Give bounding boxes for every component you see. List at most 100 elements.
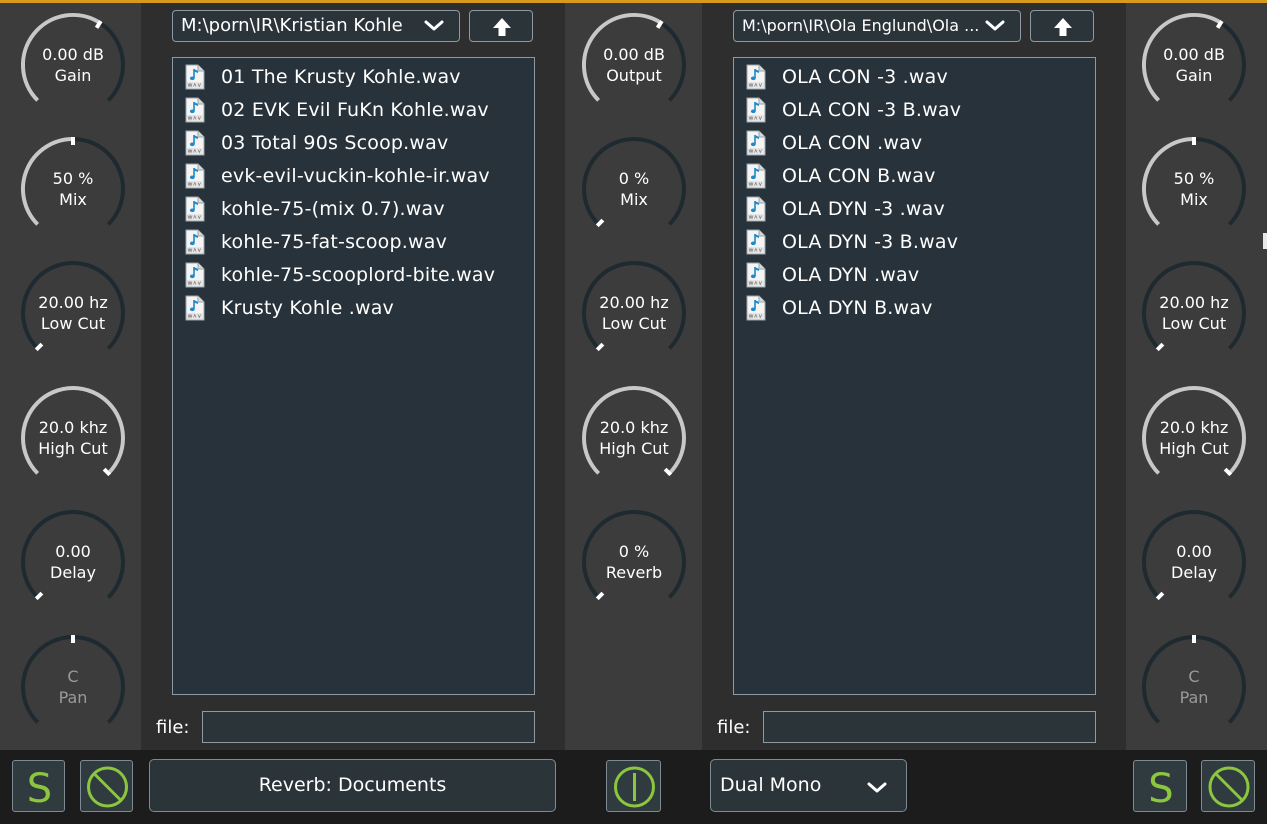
wav-file-glyph bbox=[746, 262, 766, 287]
list-item[interactable]: OLA CON B.wav bbox=[746, 159, 936, 192]
wav-file-icon bbox=[746, 130, 766, 156]
list-item[interactable]: 01 The Krusty Kohle.wav bbox=[185, 60, 461, 93]
list-item[interactable]: kohle-75-(mix 0.7).wav bbox=[185, 192, 445, 225]
list-item[interactable]: OLA CON -3 B.wav bbox=[746, 93, 961, 126]
list-item[interactable]: OLA CON -3 .wav bbox=[746, 60, 948, 93]
chevron-down-icon bbox=[867, 782, 887, 793]
solo-letter: S bbox=[27, 766, 52, 812]
knob-value: 0.00 bbox=[1176, 542, 1212, 561]
left-gain-knob[interactable]: 0.00 dB Gain bbox=[13, 5, 133, 125]
wav-file-icon bbox=[185, 130, 205, 156]
wav-file-glyph bbox=[746, 97, 766, 122]
list-item[interactable]: kohle-75-scooplord-bite.wav bbox=[185, 258, 495, 291]
list-item[interactable]: OLA DYN -3 B.wav bbox=[746, 225, 958, 258]
file-name: 02 EVK Evil FuKn Kohle.wav bbox=[221, 98, 489, 121]
power-button[interactable] bbox=[606, 760, 661, 812]
wav-file-icon bbox=[185, 295, 205, 321]
left-knob-strip: 0.00 dB Gain 50 % Mix 20.00 hz Low Cut 2… bbox=[0, 3, 141, 750]
path-text: M:\porn\IR\Kristian Kohle bbox=[181, 15, 403, 36]
knob-label: Delay bbox=[50, 563, 96, 582]
knob-label: Low Cut bbox=[1161, 314, 1227, 333]
list-item[interactable]: Krusty Kohle .wav bbox=[185, 291, 394, 324]
file-name: OLA CON B.wav bbox=[782, 164, 936, 187]
right-high-cut-knob[interactable]: 20.0 khz High Cut bbox=[1134, 378, 1254, 498]
wav-file-icon bbox=[746, 163, 766, 189]
wav-file-icon bbox=[185, 229, 205, 255]
left-path-dropdown[interactable]: M:\porn\IR\Kristian Kohle bbox=[172, 10, 460, 42]
solo-s-icon: S bbox=[1148, 766, 1173, 812]
left-high-cut-knob[interactable]: 20.0 khz High Cut bbox=[13, 378, 133, 498]
list-item[interactable]: OLA DYN -3 .wav bbox=[746, 192, 945, 225]
center-low-cut-knob[interactable]: 20.00 hz Low Cut bbox=[574, 253, 694, 373]
list-item[interactable]: kohle-75-fat-scoop.wav bbox=[185, 225, 447, 258]
left-file-input[interactable] bbox=[202, 711, 535, 743]
knob-label: Reverb bbox=[605, 563, 663, 582]
wav-file-glyph bbox=[185, 163, 205, 188]
knob-label: Gain bbox=[1175, 66, 1213, 85]
wav-file-icon bbox=[746, 295, 766, 321]
wav-file-icon bbox=[746, 229, 766, 255]
knob-label: Low Cut bbox=[601, 314, 667, 333]
knob-label: Pan bbox=[1179, 688, 1209, 707]
wav-file-glyph bbox=[185, 196, 205, 221]
mode-value: Dual Mono bbox=[720, 774, 822, 796]
left-folder-up-button[interactable] bbox=[469, 10, 533, 42]
file-name: 01 The Krusty Kohle.wav bbox=[221, 65, 461, 88]
right-path-dropdown[interactable]: M:\porn\IR\Ola Englund\Ola ... bbox=[733, 10, 1021, 42]
knob-label: Delay bbox=[1171, 563, 1217, 582]
knob-label: Low Cut bbox=[40, 314, 106, 333]
left-mute-button[interactable] bbox=[80, 760, 133, 812]
left-low-cut-knob[interactable]: 20.00 hz Low Cut bbox=[13, 253, 133, 373]
reverb-knob[interactable]: 0 % Reverb bbox=[574, 502, 694, 622]
chevron-down-icon bbox=[985, 20, 1005, 31]
channel-mode-select[interactable]: Dual Mono bbox=[710, 759, 907, 812]
right-pan-knob[interactable]: C Pan bbox=[1134, 627, 1254, 747]
wav-file-glyph bbox=[746, 295, 766, 320]
right-delay-knob[interactable]: 0.00 Delay bbox=[1134, 502, 1254, 622]
wav-file-icon bbox=[185, 196, 205, 222]
knob-value: 0.00 bbox=[55, 542, 91, 561]
left-file-list[interactable]: 01 The Krusty Kohle.wav 02 EVK Evil FuKn… bbox=[172, 57, 535, 695]
right-file-list[interactable]: OLA CON -3 .wav OLA CON -3 B.wav OLA CON… bbox=[733, 57, 1096, 695]
list-item[interactable]: evk-evil-vuckin-kohle-ir.wav bbox=[185, 159, 490, 192]
right-low-cut-knob[interactable]: 20.00 hz Low Cut bbox=[1134, 253, 1254, 373]
knob-value: 20.00 hz bbox=[599, 293, 669, 312]
file-name: OLA DYN -3 .wav bbox=[782, 197, 945, 220]
right-file-input[interactable] bbox=[763, 711, 1096, 743]
right-mute-button[interactable] bbox=[1201, 760, 1255, 812]
list-item[interactable]: OLA DYN .wav bbox=[746, 258, 919, 291]
knob-value: 0 % bbox=[618, 542, 650, 561]
file-name: 03 Total 90s Scoop.wav bbox=[221, 131, 449, 154]
list-item[interactable]: 02 EVK Evil FuKn Kohle.wav bbox=[185, 93, 489, 126]
file-name: OLA CON -3 .wav bbox=[782, 65, 948, 88]
solo-s-icon: S bbox=[27, 766, 52, 812]
wav-file-glyph bbox=[185, 295, 205, 320]
file-name: kohle-75-fat-scoop.wav bbox=[221, 230, 448, 253]
right-mix-knob[interactable]: 50 % Mix bbox=[1134, 129, 1254, 249]
right-folder-up-button[interactable] bbox=[1030, 10, 1094, 42]
knob-value: 20.00 hz bbox=[38, 293, 108, 312]
center-mix-knob[interactable]: 0 % Mix bbox=[574, 129, 694, 249]
wav-file-glyph bbox=[185, 262, 205, 287]
output-knob[interactable]: 0.00 dB Output bbox=[574, 5, 694, 125]
right-gain-knob[interactable]: 0.00 dB Gain bbox=[1134, 5, 1254, 125]
arrow-up-icon bbox=[493, 18, 511, 36]
list-item[interactable]: 03 Total 90s Scoop.wav bbox=[185, 126, 448, 159]
left-pan-knob[interactable]: C Pan bbox=[13, 627, 133, 747]
left-mix-knob[interactable]: 50 % Mix bbox=[13, 129, 133, 249]
knob-value: 20.0 khz bbox=[599, 418, 669, 437]
list-item[interactable]: OLA DYN B.wav bbox=[746, 291, 933, 324]
right-solo-button[interactable]: S bbox=[1133, 760, 1187, 812]
window-edge-marker bbox=[1263, 233, 1267, 249]
center-high-cut-knob[interactable]: 20.0 khz High Cut bbox=[574, 378, 694, 498]
left-delay-knob[interactable]: 0.00 Delay bbox=[13, 502, 133, 622]
list-item[interactable]: OLA CON .wav bbox=[746, 126, 922, 159]
wav-file-icon bbox=[746, 97, 766, 123]
knob-label: Mix bbox=[620, 190, 648, 209]
wav-file-icon bbox=[746, 64, 766, 90]
knob-value: C bbox=[1188, 667, 1200, 686]
wav-file-glyph bbox=[746, 64, 766, 89]
left-solo-button[interactable]: S bbox=[12, 760, 65, 812]
reverb-folder-button[interactable]: Reverb: Documents bbox=[149, 759, 556, 812]
knob-value: 0.00 dB bbox=[603, 45, 665, 64]
